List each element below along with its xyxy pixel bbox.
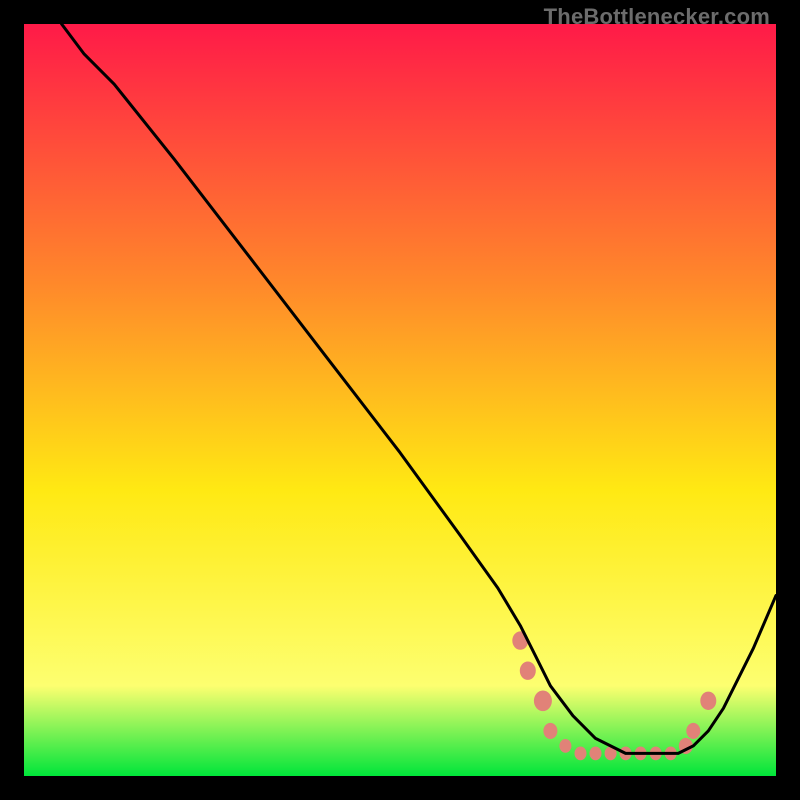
data-marker	[534, 690, 552, 711]
data-marker	[559, 739, 571, 753]
data-marker	[543, 723, 557, 739]
data-marker	[575, 747, 587, 761]
data-marker	[520, 662, 536, 680]
data-marker	[686, 723, 700, 739]
data-marker	[700, 692, 716, 710]
chart-frame	[24, 24, 776, 776]
watermark-text: TheBottlenecker.com	[544, 4, 770, 30]
gradient-background	[24, 24, 776, 776]
chart-svg	[24, 24, 776, 776]
data-marker	[590, 747, 602, 761]
